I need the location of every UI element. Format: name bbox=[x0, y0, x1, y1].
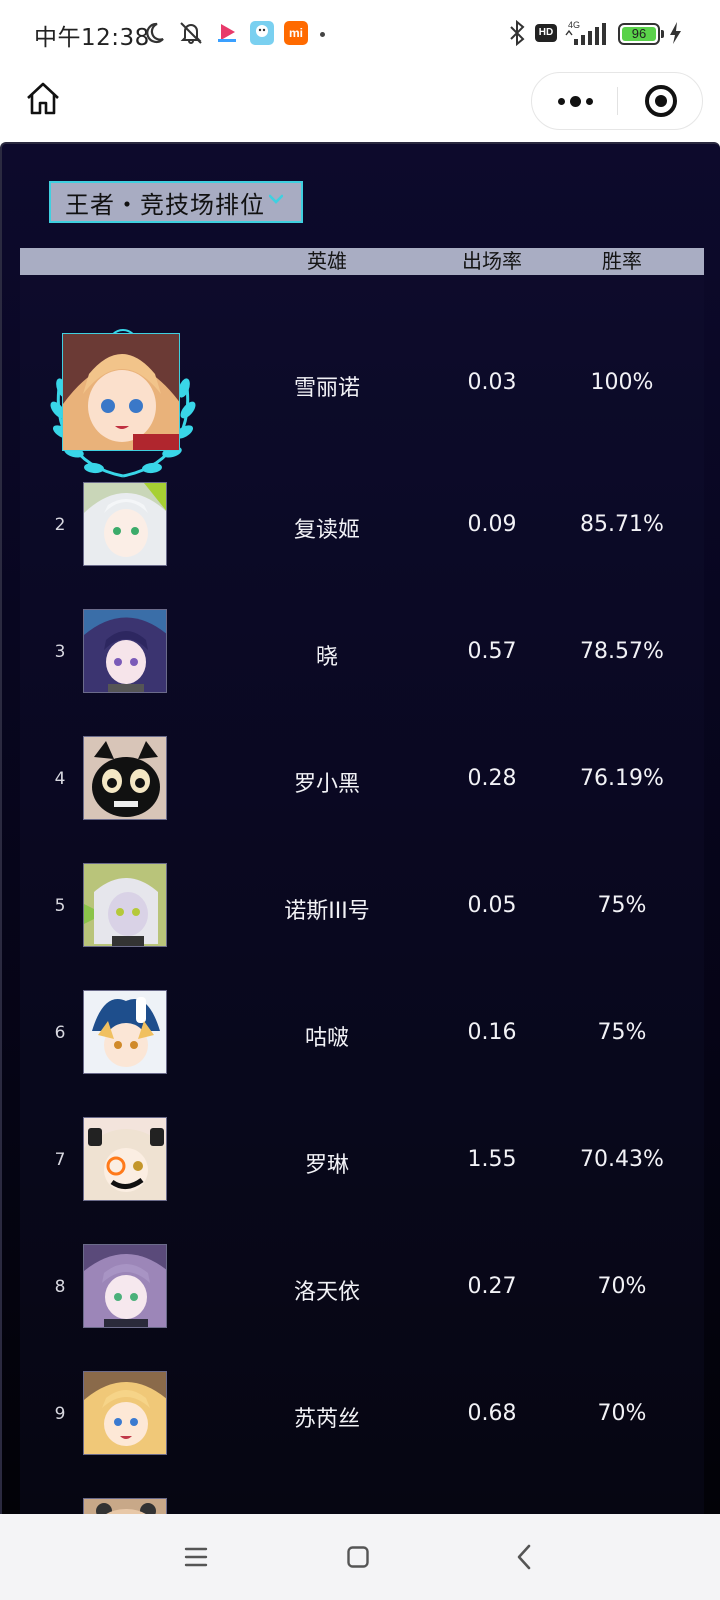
home-icon[interactable] bbox=[22, 78, 64, 120]
rank-number: 7 bbox=[54, 1150, 66, 1170]
dot-icon bbox=[320, 32, 325, 37]
appearance-rate: 0.57 bbox=[467, 639, 517, 664]
mini-program-nav-bar bbox=[0, 70, 720, 142]
win-rate: 85.71% bbox=[580, 512, 664, 537]
hero-avatar-blonde-short bbox=[83, 1371, 167, 1455]
system-nav-bar bbox=[0, 1514, 720, 1600]
bluetooth-icon bbox=[506, 19, 528, 47]
win-rate: 75% bbox=[597, 893, 647, 918]
rank-number: 6 bbox=[54, 1023, 66, 1043]
rank-number: 8 bbox=[54, 1277, 66, 1297]
table-row[interactable]: 4 罗小黑 0.28 76.19% bbox=[20, 726, 704, 853]
appearance-rate: 0.27 bbox=[467, 1274, 517, 1299]
appearance-rate: 0.68 bbox=[467, 1401, 517, 1426]
capsule-menu bbox=[531, 72, 703, 130]
hero-avatar-white-robot bbox=[83, 863, 167, 947]
hero-avatar-black-cat bbox=[83, 736, 167, 820]
target-close-icon[interactable] bbox=[618, 73, 704, 129]
hd-icon: HD bbox=[535, 24, 557, 42]
rank-number: 2 bbox=[54, 515, 66, 535]
chevron-down-icon bbox=[269, 192, 283, 206]
hero-avatar-partial bbox=[83, 1498, 167, 1514]
table-row[interactable]: 8 洛天依 0.27 70% bbox=[20, 1234, 704, 1361]
ranking-panel: 王者・竞技场排位 英雄 出场率 胜率 雪丽诺 0.03 100% 2 复读姬 0… bbox=[0, 142, 720, 1514]
status-time: 中午12:38 bbox=[34, 25, 150, 51]
rank-number: 4 bbox=[54, 769, 66, 789]
hero-name: 复读姬 bbox=[293, 518, 360, 543]
header-hero: 英雄 bbox=[307, 249, 347, 273]
hero-name: 咕啵 bbox=[304, 1026, 349, 1051]
hero-avatar-blonde bbox=[62, 333, 180, 451]
rank-number: 9 bbox=[54, 1404, 66, 1424]
win-rate: 78.57% bbox=[580, 639, 664, 664]
appearance-rate: 0.09 bbox=[467, 512, 517, 537]
hero-name: 洛天依 bbox=[293, 1280, 360, 1305]
hero-avatar-grey-hair bbox=[83, 1244, 167, 1328]
app-icon-anime bbox=[249, 19, 275, 47]
hero-name: 雪丽诺 bbox=[293, 376, 360, 401]
win-rate: 70% bbox=[597, 1401, 647, 1426]
table-row[interactable]: 雪丽诺 0.03 100% bbox=[20, 300, 704, 480]
hero-name: 晓 bbox=[315, 645, 338, 670]
table-row[interactable]: 6 咕啵 0.16 75% bbox=[20, 980, 704, 1107]
win-rate: 75% bbox=[597, 1020, 647, 1045]
table-row[interactable]: 7 罗琳 1.55 70.43% bbox=[20, 1107, 704, 1234]
table-header: 英雄 出场率 胜率 bbox=[20, 248, 704, 275]
appearance-rate: 1.55 bbox=[467, 1147, 517, 1172]
header-appearance-rate: 出场率 bbox=[462, 249, 522, 273]
battery-level: 96 bbox=[622, 27, 656, 41]
moon-icon bbox=[141, 19, 167, 47]
table-row[interactable] bbox=[20, 1488, 704, 1514]
appearance-rate: 0.16 bbox=[467, 1020, 517, 1045]
win-rate: 76.19% bbox=[580, 766, 664, 791]
table-row[interactable]: 5 诺斯III号 0.05 75% bbox=[20, 853, 704, 980]
status-bar: 中午12:38 mi HD 4G 96 bbox=[0, 0, 720, 70]
hero-avatar-masked bbox=[83, 1117, 167, 1201]
menu-icon[interactable] bbox=[168, 1530, 224, 1584]
hero-name: 罗琳 bbox=[304, 1153, 349, 1178]
appearance-rate: 0.28 bbox=[467, 766, 517, 791]
hero-avatar-silver bbox=[83, 482, 167, 566]
battery-tip bbox=[661, 30, 664, 38]
win-rate: 70.43% bbox=[580, 1147, 664, 1172]
table-body: 雪丽诺 0.03 100% 2 复读姬 0.09 85.71% 3 晓 0.57… bbox=[20, 275, 704, 1514]
header-win-rate: 胜率 bbox=[602, 249, 642, 273]
win-rate: 70% bbox=[597, 1274, 647, 1299]
table-row[interactable]: 9 苏芮丝 0.68 70% bbox=[20, 1361, 704, 1488]
rank-number: 3 bbox=[54, 642, 66, 662]
square-home-icon[interactable] bbox=[330, 1530, 386, 1584]
4g-signal-icon: 4G bbox=[564, 19, 612, 47]
appearance-rate: 0.05 bbox=[467, 893, 517, 918]
appearance-rate: 0.03 bbox=[467, 370, 517, 395]
hero-avatar-purple bbox=[83, 609, 167, 693]
table-row[interactable]: 3 晓 0.57 78.57% bbox=[20, 599, 704, 726]
hero-name: 苏芮丝 bbox=[293, 1407, 360, 1432]
mode-select-dropdown[interactable]: 王者・竞技场排位 bbox=[49, 181, 303, 223]
table-row[interactable]: 2 复读姬 0.09 85.71% bbox=[20, 472, 704, 599]
back-icon[interactable] bbox=[496, 1530, 552, 1584]
rank-number: 5 bbox=[54, 896, 66, 916]
svg-text:4G: 4G bbox=[568, 20, 580, 30]
win-rate: 100% bbox=[590, 370, 654, 395]
battery-icon: 96 bbox=[618, 23, 660, 45]
mute-bell-icon bbox=[176, 19, 206, 47]
hero-name: 罗小黑 bbox=[293, 772, 360, 797]
hero-name: 诺斯III号 bbox=[284, 899, 370, 924]
more-dots-icon[interactable] bbox=[532, 73, 618, 129]
mode-select-label: 王者・竞技场排位 bbox=[65, 190, 265, 219]
charging-icon bbox=[667, 19, 683, 47]
app-icon-mi: mi bbox=[283, 19, 309, 47]
app-icon-video bbox=[214, 19, 240, 47]
hero-avatar-blue-bunny bbox=[83, 990, 167, 1074]
